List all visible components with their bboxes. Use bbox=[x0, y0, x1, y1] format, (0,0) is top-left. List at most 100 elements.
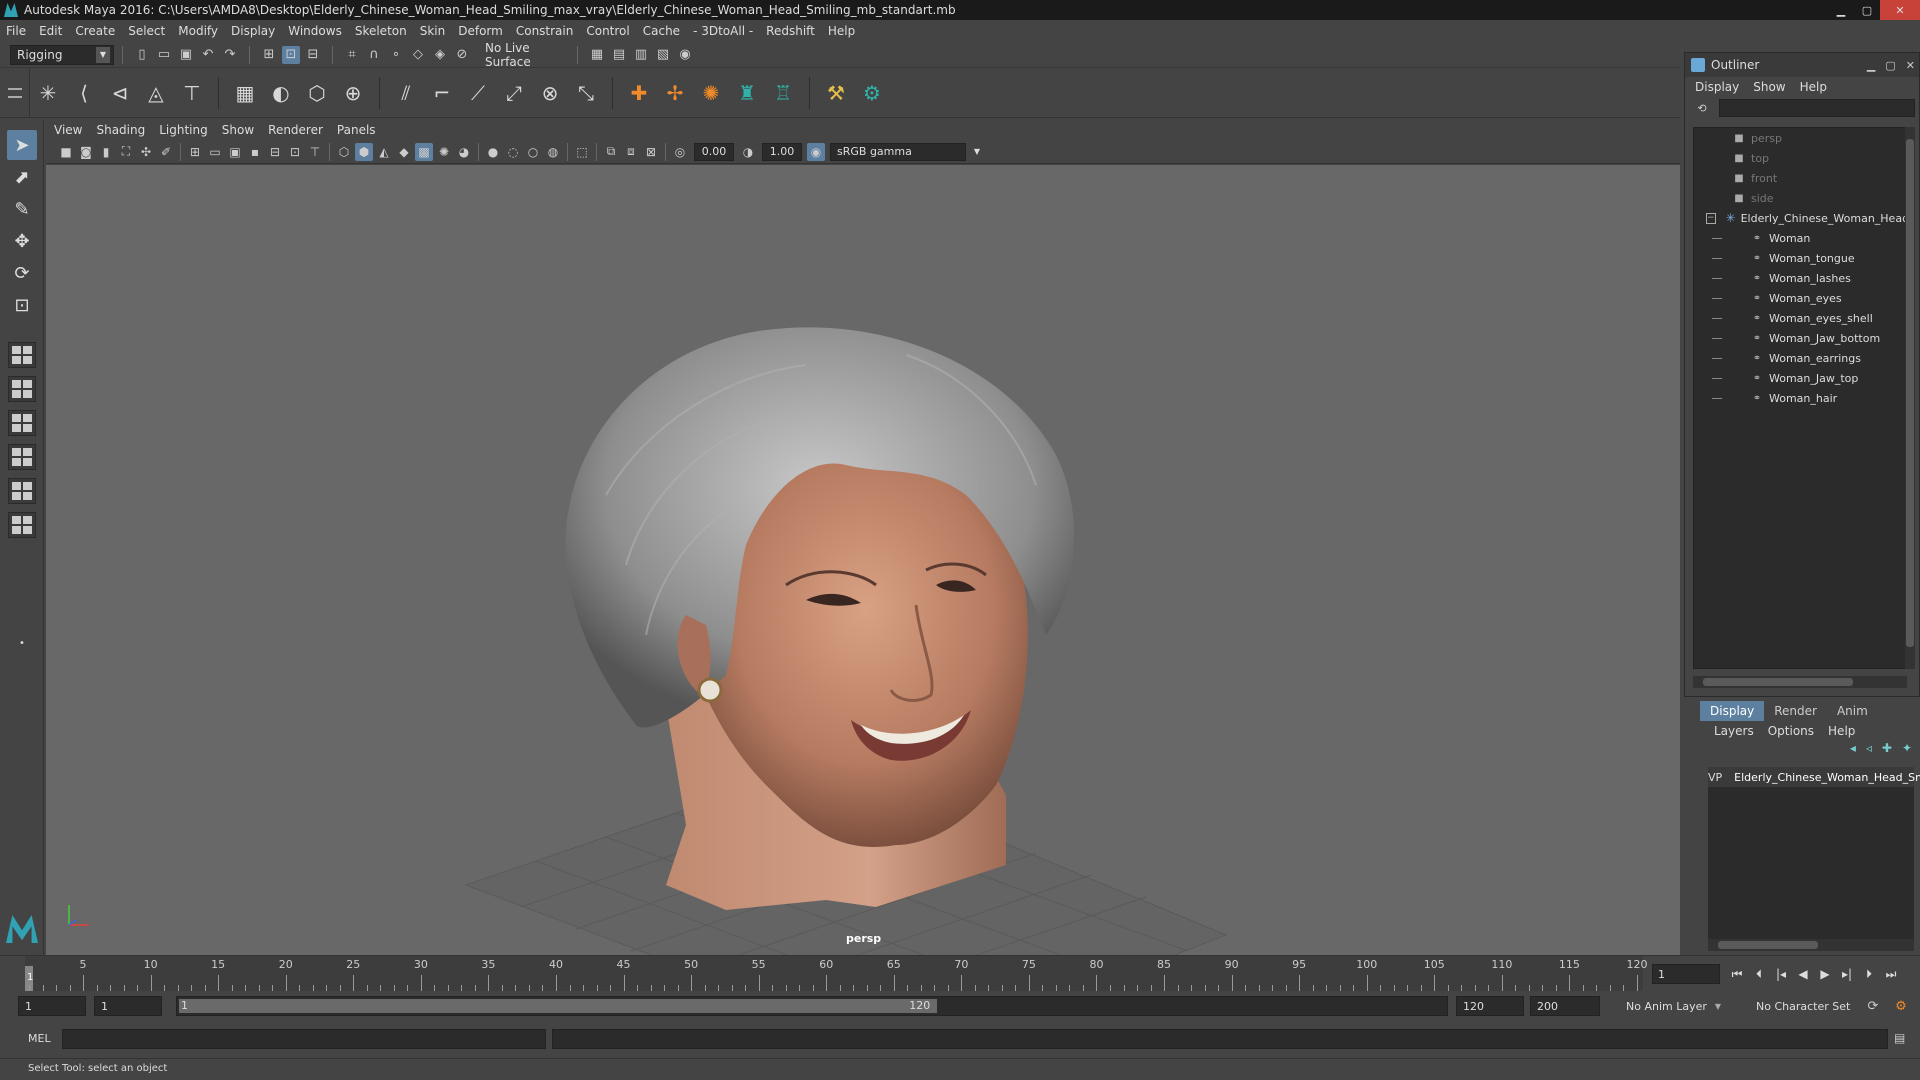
outliner-layout-button[interactable] bbox=[8, 444, 36, 470]
outliner-item-woman[interactable]: ⚭ Woman bbox=[1694, 228, 1906, 248]
gate-mask-icon[interactable]: ▪ bbox=[246, 143, 264, 161]
layer-row[interactable]: V P Elderly_Chinese_Woman_Head_Smiling bbox=[1708, 767, 1920, 787]
new-layer-icon[interactable]: ✚ bbox=[1882, 741, 1892, 761]
wrap-deformer-icon[interactable]: ⬡ bbox=[302, 78, 332, 108]
rotate-tool-icon[interactable]: ⟳ bbox=[7, 258, 37, 288]
outliner-item-woman-eyes-shell[interactable]: ⚭ Woman_eyes_shell bbox=[1694, 308, 1906, 328]
backface-culling-icon[interactable]: ⊠ bbox=[642, 143, 660, 161]
time-ruler[interactable]: 1 5 10 15 20 25 30 35 40 45 50 55 60 65 70 75 80 85 90 95 1… bbox=[25, 956, 1648, 991]
two-view-layout-button[interactable] bbox=[8, 410, 36, 436]
viewport-menu-renderer[interactable]: Renderer bbox=[268, 123, 323, 137]
render-frame-icon[interactable]: ▤ bbox=[610, 46, 628, 64]
snap-point-icon[interactable]: ∘ bbox=[387, 46, 405, 64]
snap-grid-icon[interactable]: ⌗ bbox=[343, 46, 361, 64]
menu-modify[interactable]: Modify bbox=[178, 24, 218, 38]
snap-curve-icon[interactable]: ∩ bbox=[365, 46, 383, 64]
menu-control[interactable]: Control bbox=[586, 24, 629, 38]
safe-title-icon[interactable]: ⊤ bbox=[306, 143, 324, 161]
outliner-menu-show[interactable]: Show bbox=[1753, 80, 1785, 94]
step-back-key-icon[interactable]: |◂ bbox=[1772, 964, 1790, 984]
create-joints-icon[interactable]: ✳ bbox=[33, 78, 63, 108]
range-bar[interactable]: 1 120 bbox=[176, 996, 1448, 1016]
render-view-icon[interactable]: ▦ bbox=[588, 46, 606, 64]
multisample-aa-icon[interactable]: ○ bbox=[524, 143, 542, 161]
outliner-horizontal-scrollbar[interactable] bbox=[1693, 676, 1907, 688]
snap-surface-icon[interactable]: ◈ bbox=[431, 46, 449, 64]
new-layer-selected-icon[interactable]: ✦ bbox=[1902, 741, 1912, 761]
lasso-tool-icon[interactable]: ⬈ bbox=[7, 162, 37, 192]
resolution-gate-icon[interactable]: ▣ bbox=[226, 143, 244, 161]
view-transform-dropdown[interactable]: sRGB gamma ▼ bbox=[830, 142, 980, 161]
outliner-minimize-button[interactable]: ▁ bbox=[1867, 59, 1875, 72]
scale-tool-icon[interactable]: ⊡ bbox=[7, 290, 37, 320]
camera-select-icon[interactable]: ■ bbox=[57, 143, 75, 161]
outliner-maximize-button[interactable]: ▢ bbox=[1885, 59, 1895, 72]
locator-icon[interactable]: ✚ bbox=[624, 78, 654, 108]
current-frame-field[interactable]: 1 bbox=[1652, 964, 1720, 984]
outliner-search-input[interactable] bbox=[1719, 99, 1915, 117]
outliner-menu-help[interactable]: Help bbox=[1800, 80, 1827, 94]
use-all-lights-icon[interactable]: ✺ bbox=[435, 143, 453, 161]
viewport-menu-view[interactable]: View bbox=[54, 123, 82, 137]
play-backwards-icon[interactable]: ◀ bbox=[1794, 964, 1812, 984]
rig-tool-icon[interactable]: ⚙ bbox=[857, 78, 887, 108]
exposure-field[interactable]: 0.00 bbox=[694, 142, 734, 161]
film-gate-icon[interactable]: ▭ bbox=[206, 143, 224, 161]
textured-icon[interactable]: ▩ bbox=[415, 142, 433, 161]
outliner-close-button[interactable]: ✕ bbox=[1906, 59, 1915, 72]
outliner-item-persp[interactable]: ■ persp bbox=[1694, 128, 1906, 148]
undo-icon[interactable]: ↶ bbox=[199, 46, 217, 64]
render-settings-icon[interactable]: ▧ bbox=[654, 46, 672, 64]
four-view-layout-button[interactable] bbox=[8, 376, 36, 402]
menu-display[interactable]: Display bbox=[231, 24, 275, 38]
image-plane-icon[interactable]: ⛶ bbox=[117, 143, 135, 161]
make-live-icon[interactable]: ⊘ bbox=[453, 46, 471, 64]
hik-character-icon[interactable]: ♜ bbox=[732, 78, 762, 108]
refresh-icon[interactable]: ⟲ bbox=[1695, 101, 1709, 115]
lattice-icon[interactable]: ▦ bbox=[230, 78, 260, 108]
bind-skin-icon[interactable]: ⫽ bbox=[391, 78, 421, 108]
menu-select[interactable]: Select bbox=[128, 24, 165, 38]
move-layer-up-icon[interactable]: ◂ bbox=[1850, 741, 1856, 761]
outliner-item-group[interactable]: − ✳ Elderly_Chinese_Woman_Head_Smiling bbox=[1694, 208, 1906, 228]
viewport-menu-shading[interactable]: Shading bbox=[96, 123, 145, 137]
viewport-menu-lighting[interactable]: Lighting bbox=[159, 123, 208, 137]
menu-cache[interactable]: Cache bbox=[643, 24, 680, 38]
select-hierarchy-icon[interactable]: ⊞ bbox=[260, 46, 278, 64]
range-bar-handle[interactable] bbox=[179, 999, 938, 1013]
menu-constrain[interactable]: Constrain bbox=[516, 24, 574, 38]
snap-view-plane-icon[interactable]: ◇ bbox=[409, 46, 427, 64]
tab-render[interactable]: Render bbox=[1764, 701, 1827, 721]
motion-blur-icon[interactable]: ◌ bbox=[504, 143, 522, 161]
graph-layout-button[interactable] bbox=[8, 478, 36, 504]
hypershade-icon[interactable]: ◉ bbox=[676, 46, 694, 64]
point-constraint-icon[interactable]: ✺ bbox=[696, 78, 726, 108]
redo-icon[interactable]: ↷ bbox=[221, 46, 239, 64]
script-editor-icon[interactable]: ▤ bbox=[1894, 1031, 1910, 1047]
outliner-item-woman-lashes[interactable]: ⚭ Woman_lashes bbox=[1694, 268, 1906, 288]
live-surface-field[interactable]: No Live Surface bbox=[479, 41, 569, 69]
outliner-item-side[interactable]: ■ side bbox=[1694, 188, 1906, 208]
move-layer-down-icon[interactable]: ◃ bbox=[1866, 741, 1872, 761]
toolbox-more-icon[interactable]: • bbox=[7, 628, 37, 658]
grease-pencil-icon[interactable]: ✐ bbox=[157, 143, 175, 161]
menu-create[interactable]: Create bbox=[75, 24, 115, 38]
go-to-end-icon[interactable]: ⏭ bbox=[1882, 964, 1900, 984]
maximize-button[interactable]: ▢ bbox=[1854, 0, 1880, 20]
mirror-joint-icon[interactable]: ◬ bbox=[141, 78, 171, 108]
xray-active-icon[interactable]: ⧈ bbox=[622, 143, 640, 161]
viewport-menu-show[interactable]: Show bbox=[222, 123, 254, 137]
ik-spline-icon[interactable]: ⊲ bbox=[105, 78, 135, 108]
outliner-item-woman-eyes[interactable]: ⚭ Woman_eyes bbox=[1694, 288, 1906, 308]
grid-toggle-icon[interactable]: ⊞ bbox=[186, 143, 204, 161]
command-language-label[interactable]: MEL bbox=[28, 1032, 51, 1045]
step-forward-key-icon[interactable]: ▸| bbox=[1838, 964, 1856, 984]
auto-key-icon[interactable]: ⟳ bbox=[1864, 997, 1882, 1015]
outliner-item-woman-earrings[interactable]: ⚭ Woman_earrings bbox=[1694, 348, 1906, 368]
layer-horizontal-scrollbar[interactable] bbox=[1708, 939, 1914, 951]
paint-select-tool-icon[interactable]: ✎ bbox=[7, 194, 37, 224]
select-object-icon[interactable]: ⊡ bbox=[282, 45, 300, 64]
outliner-title-bar[interactable]: Outliner ▁ ▢ ✕ bbox=[1685, 53, 1919, 77]
collapse-icon[interactable]: − bbox=[1706, 212, 1716, 224]
paint-weights-icon[interactable]: ⟋ bbox=[463, 78, 493, 108]
